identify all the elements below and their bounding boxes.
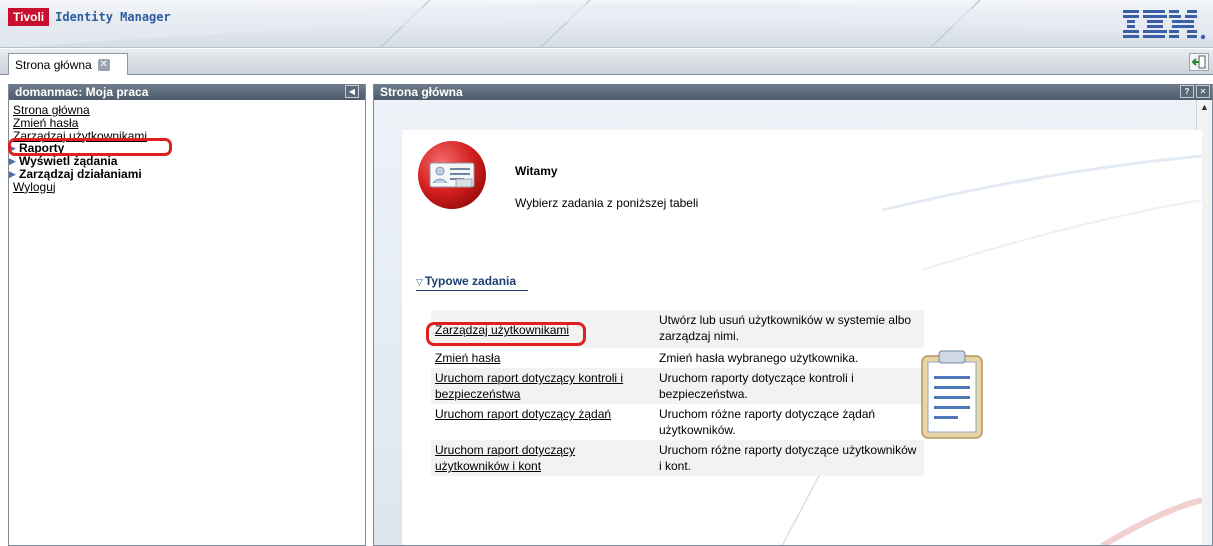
highlight-annotation	[426, 322, 586, 346]
task-description: Zmień hasła wybranego użytkownika.	[659, 351, 859, 365]
nav-item-home[interactable]: Strona główna	[13, 104, 365, 117]
tab-home[interactable]: Strona główna ✕	[8, 53, 128, 75]
welcome-title: Witamy	[515, 164, 558, 178]
welcome-text: Wybierz zadania z poniższej tabeli	[515, 196, 699, 210]
task-description: Utwórz lub usuń użytkowników w systemie …	[659, 313, 912, 343]
tivoli-logo: Tivoli	[8, 8, 50, 26]
nav-group-manage-activities[interactable]: ▶ Zarządzaj działaniami	[9, 168, 365, 181]
task-description: Uruchom różne raporty dotyczące żądań uż…	[659, 407, 876, 437]
left-panel-title: domanmac: Moja praca	[15, 85, 149, 99]
table-row: Uruchom raport dotyczący żądań Uruchom r…	[431, 404, 924, 440]
highlight-annotation	[8, 138, 172, 156]
nav-group-label: Zarządzaj działaniami	[19, 166, 142, 181]
table-row: Zmień hasła Zmień hasła wybranego użytko…	[431, 348, 924, 368]
scroll-up-icon[interactable]: ▲	[1200, 102, 1209, 112]
nav-item-change-passwords[interactable]: Zmień hasła	[13, 116, 365, 130]
home-content-card: Witamy Wybierz zadania z poniższej tabel…	[402, 130, 1202, 545]
collapse-triangle-icon: ▽	[416, 277, 423, 287]
section-title: Typowe zadania	[424, 274, 517, 288]
clipboard-icon	[921, 350, 983, 439]
left-panel-header: domanmac: Moja praca ◀	[9, 84, 365, 100]
ibm-logo-icon	[1123, 10, 1206, 40]
collapse-panel-icon[interactable]: ◀	[345, 85, 359, 98]
task-link-audit-report[interactable]: Uruchom raport dotyczący kontroli i bezp…	[435, 371, 623, 401]
tab-label: Strona główna	[15, 57, 92, 72]
task-link-requests-report[interactable]: Uruchom raport dotyczący żądań	[435, 407, 611, 421]
tab-bar: Strona główna ✕	[0, 49, 1213, 75]
task-description: Uruchom różne raporty dotyczące użytkown…	[659, 443, 917, 473]
exit-button[interactable]	[1189, 53, 1209, 71]
task-link-change-passwords[interactable]: Zmień hasła	[435, 351, 500, 365]
table-row: Uruchom raport dotyczący użytkowników i …	[431, 440, 924, 476]
table-row: Uruchom raport dotyczący kontroli i bezp…	[431, 368, 924, 404]
nav-item-logout[interactable]: Wyloguj	[13, 180, 365, 194]
task-description: Uruchom raporty dotyczące kontroli i bez…	[659, 371, 854, 401]
close-icon[interactable]: ✕	[1196, 85, 1210, 98]
exit-icon	[1192, 55, 1206, 69]
main-content-panel: Strona główna ? ✕ ▲ Witamy Wybierz zadan…	[373, 84, 1213, 546]
expand-triangle-icon: ▶	[9, 168, 16, 179]
user-card-icon	[418, 141, 486, 209]
banner-decoration	[0, 0, 1213, 47]
app-banner: Tivoli Identity Manager	[0, 0, 1213, 48]
help-icon[interactable]: ?	[1180, 85, 1194, 98]
close-icon[interactable]: ✕	[97, 58, 110, 71]
right-panel-header: Strona główna ? ✕	[374, 84, 1212, 100]
task-link-users-accounts-report[interactable]: Uruchom raport dotyczący użytkowników i …	[435, 443, 575, 473]
right-panel-title: Strona główna	[380, 85, 463, 99]
common-tasks-section[interactable]: ▽ Typowe zadania	[416, 274, 516, 288]
expand-triangle-icon: ▶	[9, 156, 16, 167]
section-divider	[416, 290, 528, 291]
product-brand: Tivoli Identity Manager	[8, 8, 171, 26]
product-name: Identity Manager	[55, 10, 171, 24]
